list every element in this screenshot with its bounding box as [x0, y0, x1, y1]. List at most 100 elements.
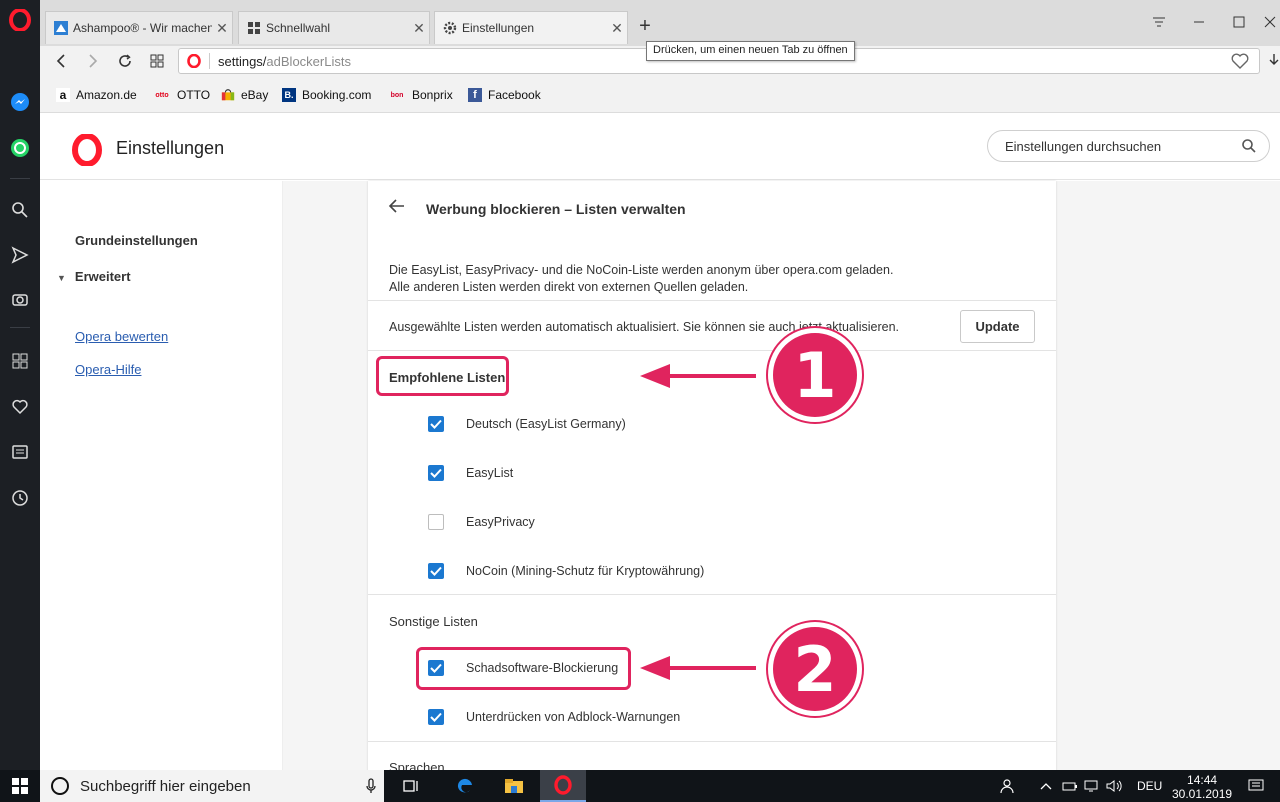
settings-search-input[interactable]: Einstellungen durchsuchen — [987, 130, 1270, 162]
list-item[interactable]: EasyPrivacy — [428, 512, 535, 532]
opera-icon[interactable] — [8, 8, 32, 32]
language-indicator[interactable]: DEU — [1137, 770, 1162, 802]
checkbox-checked[interactable] — [428, 465, 444, 481]
taskbar-search-placeholder: Suchbegriff hier eingeben — [80, 777, 251, 795]
checkbox-unchecked[interactable] — [428, 514, 444, 530]
minimize-icon[interactable] — [1179, 8, 1219, 36]
update-button[interactable]: Update — [960, 310, 1035, 343]
bookmark-label: Bonprix — [412, 88, 453, 102]
opera-logo-icon — [187, 53, 201, 69]
grid-icon — [247, 21, 261, 35]
bookmark-booking[interactable]: B. Booking.com — [282, 88, 371, 102]
taskbar-search-input[interactable]: Suchbegriff hier eingeben — [40, 770, 384, 802]
battery-icon[interactable] — [1062, 770, 1078, 802]
tab-ashampoo[interactable]: Ashampoo® - Wir machen ✕ — [45, 11, 233, 44]
history-icon[interactable] — [8, 486, 32, 510]
back-icon[interactable] — [50, 50, 72, 72]
opera-logo-icon — [71, 133, 103, 167]
people-icon[interactable] — [1000, 770, 1018, 802]
other-lists-heading: Sonstige Listen — [389, 614, 478, 629]
tab-label: Einstellungen — [462, 21, 535, 35]
bookmark-amazon[interactable]: a Amazon.de — [56, 88, 137, 102]
description-line: Alle anderen Listen werden direkt von ex… — [389, 280, 749, 294]
ebay-icon — [221, 88, 235, 102]
heart-bookmark-icon[interactable] — [1231, 53, 1249, 72]
news-icon[interactable] — [8, 440, 32, 464]
description-line: Die EasyList, EasyPrivacy- und die NoCoi… — [389, 263, 894, 277]
search-icon[interactable] — [8, 198, 32, 222]
arrow-head — [640, 364, 670, 388]
network-icon[interactable] — [1084, 770, 1100, 802]
cortana-icon — [51, 777, 69, 795]
task-view-icon[interactable] — [389, 770, 435, 802]
checkbox-checked[interactable] — [428, 416, 444, 432]
forward-icon[interactable] — [82, 50, 104, 72]
highlight-box-malware — [416, 647, 631, 690]
bookmark-facebook[interactable]: f Facebook — [468, 88, 541, 102]
windows-start-icon[interactable] — [0, 770, 40, 802]
heart-icon[interactable] — [8, 395, 32, 419]
checkbox-checked[interactable] — [428, 563, 444, 579]
bookmark-label: OTTO — [177, 88, 211, 102]
notifications-icon[interactable] — [1248, 770, 1264, 802]
page-description: Die EasyList, EasyPrivacy- und die NoCoi… — [389, 262, 893, 296]
back-arrow-icon[interactable] — [388, 197, 410, 219]
opera-sidebar — [0, 0, 40, 770]
otto-icon: otto — [155, 91, 169, 99]
search-placeholder: Einstellungen durchsuchen — [1005, 138, 1162, 154]
whatsapp-icon[interactable] — [8, 136, 32, 160]
list-item[interactable]: NoCoin (Mining-Schutz für Kryptowährung) — [428, 561, 704, 581]
checkbox-checked[interactable] — [428, 709, 444, 725]
chevron-up-icon[interactable] — [1040, 770, 1052, 802]
bookmark-label: Facebook — [488, 88, 541, 102]
microphone-icon[interactable] — [366, 778, 376, 798]
nav-basic[interactable]: Grundeinstellungen — [75, 233, 198, 248]
new-tab-button[interactable]: + — [633, 14, 657, 38]
list-item[interactable]: Deutsch (EasyList Germany) — [428, 414, 626, 434]
tab-schnellwahl[interactable]: Schnellwahl ✕ — [238, 11, 430, 44]
bookmark-label: Amazon.de — [76, 88, 137, 102]
list-label: EasyList — [466, 466, 514, 480]
list-item[interactable]: EasyList — [428, 463, 513, 483]
nav-advanced[interactable]: ▼ Erweitert — [57, 269, 131, 284]
screen: Ashampoo® - Wir machen ✕ Schnellwahl ✕ E… — [0, 0, 1280, 802]
new-tab-tooltip: Drücken, um einen neuen Tab zu öffnen — [646, 41, 855, 61]
close-icon[interactable]: ✕ — [409, 20, 429, 37]
bookmark-ebay[interactable]: eBay — [221, 88, 268, 102]
volume-icon[interactable] — [1106, 770, 1124, 802]
close-icon[interactable]: ✕ — [607, 20, 627, 37]
camera-icon[interactable] — [8, 287, 32, 311]
close-icon[interactable]: ✕ — [212, 20, 232, 37]
tab-einstellungen[interactable]: Einstellungen ✕ — [434, 11, 628, 44]
clock-date: 30.01.2019 — [1172, 787, 1233, 801]
edge-icon[interactable] — [442, 770, 488, 802]
nav-rate-opera[interactable]: Opera bewerten — [75, 329, 168, 344]
taskbar-clock[interactable]: 14:44 30.01.2019 — [1172, 773, 1232, 801]
bookmark-otto[interactable]: otto OTTO — [153, 88, 210, 102]
tab-label: Ashampoo® - Wir machen — [73, 21, 212, 35]
nav-opera-help[interactable]: Opera-Hilfe — [75, 362, 141, 377]
arrow-head — [640, 656, 670, 680]
bonprix-icon: bon — [390, 91, 404, 99]
download-icon[interactable] — [1268, 52, 1280, 73]
list-label: NoCoin (Mining-Schutz für Kryptowährung) — [466, 564, 705, 578]
clock-time: 14:44 — [1187, 773, 1218, 787]
close-window-icon[interactable] — [1250, 8, 1280, 36]
file-explorer-icon[interactable] — [491, 770, 537, 802]
speed-dial-icon[interactable] — [8, 349, 32, 373]
send-icon[interactable] — [8, 243, 32, 267]
arrow-line — [668, 666, 756, 670]
messenger-icon[interactable] — [8, 90, 32, 114]
opera-taskbar-icon[interactable] — [540, 770, 586, 802]
arrow-line — [668, 374, 756, 378]
gear-icon — [443, 21, 457, 35]
tab-label: Schnellwahl — [266, 21, 331, 35]
reload-icon[interactable] — [114, 50, 136, 72]
caret-down-icon: ▼ — [57, 273, 66, 283]
list-label: Unterdrücken von Adblock-Warnungen — [466, 710, 681, 724]
list-item[interactable]: Unterdrücken von Adblock-Warnungen — [428, 707, 680, 727]
settings-title: Einstellungen — [116, 138, 225, 158]
tabs-grid-icon[interactable] — [146, 50, 168, 72]
tab-menu-icon[interactable] — [1139, 8, 1179, 36]
bookmark-bonprix[interactable]: bon Bonprix — [388, 88, 453, 102]
